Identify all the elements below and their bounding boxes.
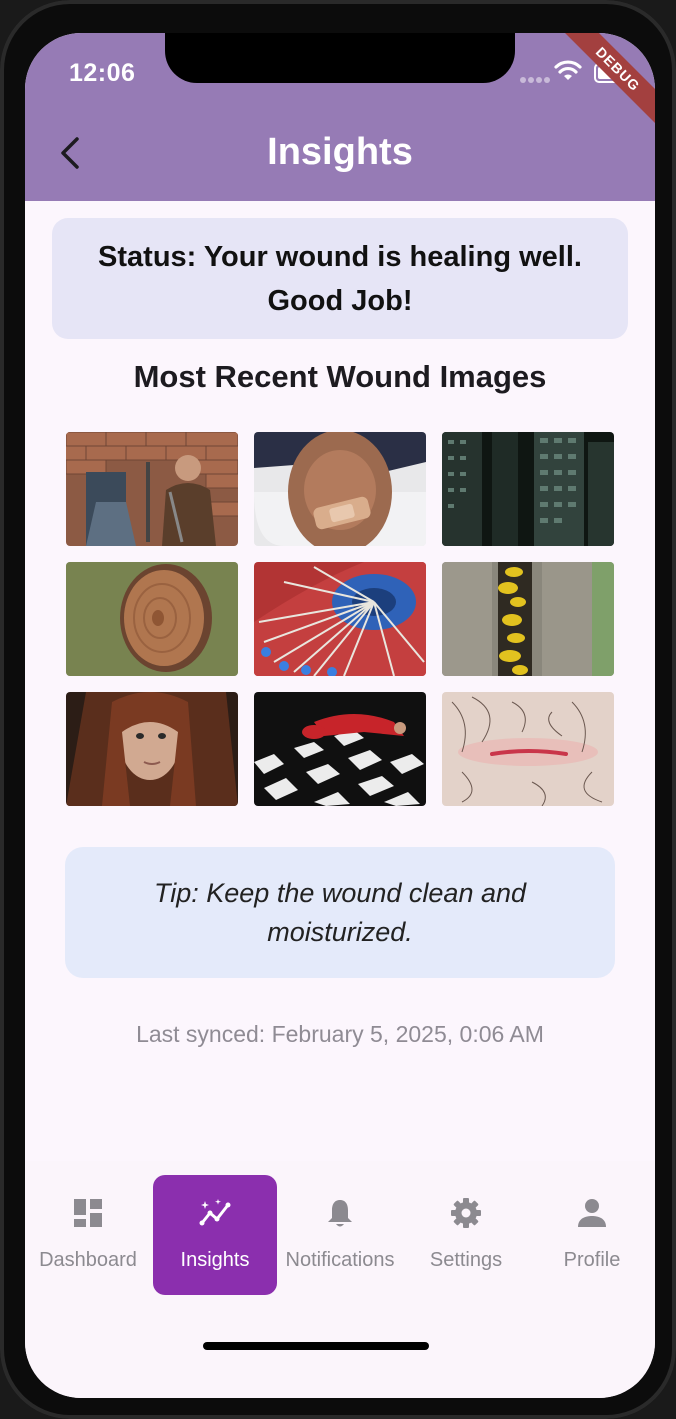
home-indicator bbox=[203, 1342, 429, 1350]
status-time: 12:06 bbox=[69, 59, 136, 87]
person-icon bbox=[578, 1199, 606, 1227]
wound-image[interactable] bbox=[66, 562, 238, 676]
wound-image-grid bbox=[66, 432, 614, 806]
wound-image[interactable] bbox=[254, 562, 426, 676]
wifi-icon bbox=[554, 60, 582, 80]
wound-image[interactable] bbox=[442, 562, 614, 676]
tip-text: Tip: Keep the wound clean and moisturize… bbox=[153, 877, 527, 947]
nav-label: Insights bbox=[180, 1249, 250, 1271]
nav-item-settings[interactable]: Settings bbox=[404, 1175, 528, 1295]
phone-frame: 12:06 DEBUG Insights Status: Your wound … bbox=[0, 0, 676, 1419]
nav-label: Dashboard bbox=[39, 1249, 137, 1271]
nav-label: Settings bbox=[429, 1249, 503, 1271]
tip-card: Tip: Keep the wound clean and moisturize… bbox=[65, 847, 615, 978]
dashboard-icon bbox=[74, 1199, 102, 1227]
wound-image[interactable] bbox=[254, 432, 426, 546]
status-card: Status: Your wound is healing well. Good… bbox=[52, 218, 628, 339]
gear-icon bbox=[451, 1198, 481, 1228]
bottom-navigation: Dashboard Insights Notifications Setting… bbox=[25, 1161, 655, 1398]
nav-item-notifications[interactable]: Notifications bbox=[278, 1175, 402, 1295]
nav-label: Profile bbox=[563, 1249, 621, 1271]
page-title: Insights bbox=[267, 131, 413, 173]
nav-item-insights[interactable]: Insights bbox=[153, 1175, 277, 1295]
nav-label: Notifications bbox=[285, 1249, 395, 1271]
app-bar: 12:06 DEBUG Insights bbox=[25, 33, 655, 201]
wound-image[interactable] bbox=[66, 432, 238, 546]
wound-image[interactable] bbox=[442, 692, 614, 806]
status-text: Status: Your wound is healing well. Good… bbox=[98, 240, 582, 317]
wound-image[interactable] bbox=[66, 692, 238, 806]
signal-icon bbox=[520, 70, 552, 88]
images-section-title: Most Recent Wound Images bbox=[133, 359, 547, 394]
nav-item-dashboard[interactable]: Dashboard bbox=[26, 1175, 150, 1295]
nav-item-profile[interactable]: Profile bbox=[530, 1175, 654, 1295]
wound-image[interactable] bbox=[442, 432, 614, 546]
app-screen: 12:06 DEBUG Insights Status: Your wound … bbox=[25, 33, 655, 1398]
last-synced-text: Last synced: February 5, 2025, 0:06 AM bbox=[136, 1021, 544, 1047]
wound-image[interactable] bbox=[254, 692, 426, 806]
bell-icon bbox=[328, 1200, 352, 1227]
device-notch bbox=[165, 33, 515, 83]
insights-icon bbox=[199, 1199, 231, 1226]
